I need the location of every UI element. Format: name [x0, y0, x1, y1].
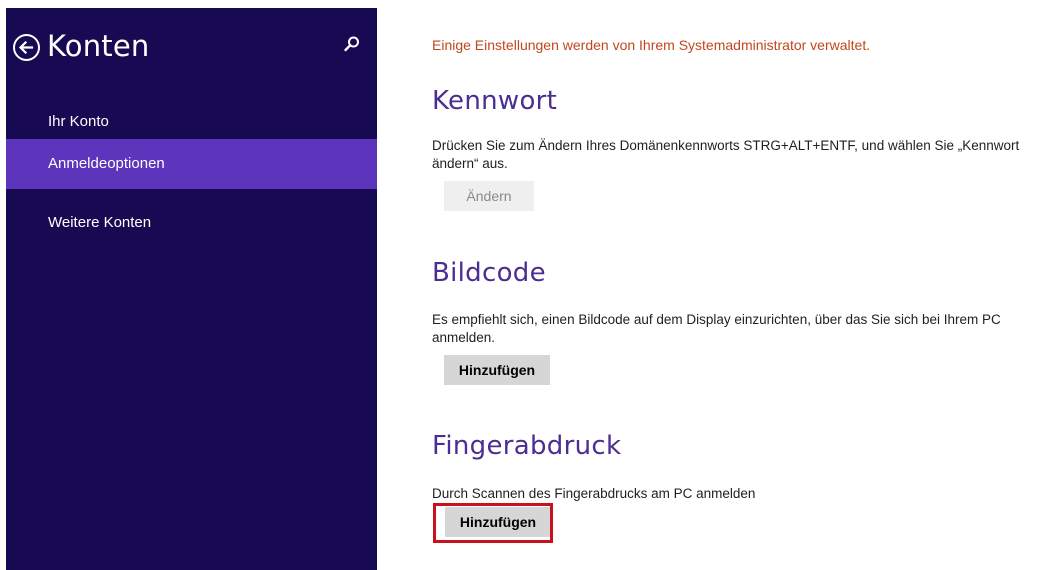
admin-notice: Einige Einstellungen werden von Ihrem Sy… — [432, 37, 871, 53]
settings-content: Einige Einstellungen werden von Ihrem Sy… — [432, 0, 1046, 570]
section-title-fingerabdruck: Fingerabdruck — [432, 431, 622, 461]
sidebar: Konten Ihr Konto Anmeldeoptionen Weitere… — [6, 8, 377, 570]
add-picture-code-button[interactable]: Hinzufügen — [444, 355, 550, 385]
back-arrow-icon[interactable] — [12, 33, 41, 62]
sidebar-header: Konten — [6, 8, 377, 80]
sidebar-item-label: Weitere Konten — [48, 214, 152, 231]
section-description-bildcode: Es empfiehlt sich, einen Bildcode auf de… — [432, 312, 1001, 345]
change-password-button[interactable]: Ändern — [444, 181, 534, 211]
section-description-kennwort: Drücken Sie zum Ändern Ihres Domänenkenn… — [432, 138, 1020, 171]
section-title-kennwort: Kennwort — [432, 86, 558, 116]
sidebar-item-label: Anmeldeoptionen — [48, 155, 165, 172]
section-description-fingerabdruck: Durch Scannen des Fingerabdrucks am PC a… — [432, 486, 756, 501]
section-title-bildcode: Bildcode — [432, 258, 546, 288]
sidebar-item-weitere-konten[interactable]: Weitere Konten — [6, 198, 377, 248]
page-title: Konten — [47, 29, 150, 63]
sidebar-item-anmeldeoptionen[interactable]: Anmeldeoptionen — [6, 139, 377, 189]
search-icon[interactable] — [342, 34, 362, 54]
add-fingerprint-button[interactable]: Hinzufügen — [445, 507, 551, 537]
sidebar-item-label: Ihr Konto — [48, 113, 109, 130]
